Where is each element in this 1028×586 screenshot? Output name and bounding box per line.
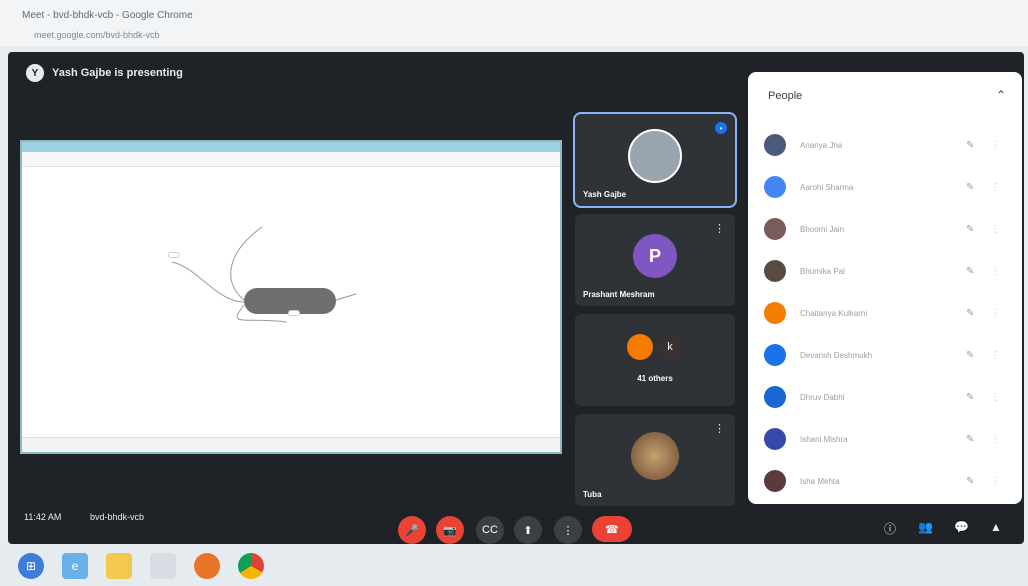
people-button[interactable]: 👥 — [918, 520, 933, 534]
captions-button[interactable]: CC — [476, 516, 504, 544]
more-icon[interactable]: ⋮ — [990, 434, 1000, 445]
mic-toggle-button[interactable]: 🎤 — [398, 516, 426, 544]
more-icon[interactable]: ⋮ — [990, 392, 1000, 403]
browser-titlebar: Meet - bvd-bhdk-vcb - Google Chrome meet… — [0, 0, 1028, 46]
people-panel: People ⌃ Ananya Jha ✎ ⋮ Aarohi Sharma ✎ … — [748, 72, 1022, 504]
mic-off-icon[interactable]: ✎ — [966, 140, 974, 151]
participant-name: Bhumika Pal — [800, 266, 845, 276]
ie-icon[interactable]: e — [62, 553, 88, 579]
participant-row[interactable]: Bhoomi Jain ✎ ⋮ — [764, 216, 1008, 242]
participant-row[interactable]: Chaitanya Kulkarni ✎ ⋮ — [764, 300, 1008, 326]
tile-name: Prashant Meshram — [583, 290, 655, 299]
chat-button[interactable]: 💬 — [954, 520, 969, 534]
participant-name: Isha Mehta — [800, 476, 840, 486]
os-taskbar: ⊞ e — [0, 546, 1028, 586]
meeting-details-button[interactable]: ⓘ — [884, 520, 896, 537]
avatar — [764, 218, 786, 240]
present-button[interactable]: ⬆ — [514, 516, 542, 544]
participant-row[interactable]: Devansh Deshmukh ✎ ⋮ — [764, 342, 1008, 368]
more-icon[interactable]: ⋮ — [714, 222, 725, 235]
presenting-label: Yash Gajbe is presenting — [52, 67, 183, 79]
presenting-bar: Y Yash Gajbe is presenting — [26, 64, 183, 82]
participant-row[interactable]: Ishani Mishra ✎ ⋮ — [764, 426, 1008, 452]
camera-toggle-button[interactable]: 📷 — [436, 516, 464, 544]
avatar — [627, 334, 653, 361]
mindmap-node — [168, 252, 180, 258]
more-icon[interactable]: ⋮ — [990, 476, 1000, 487]
avatar — [764, 470, 786, 492]
more-icon[interactable]: ⋮ — [990, 224, 1000, 235]
avatar: P — [633, 234, 677, 279]
collapse-icon[interactable]: ⌃ — [996, 88, 1006, 102]
avatar — [764, 302, 786, 324]
people-title: People — [768, 90, 803, 102]
more-icon[interactable]: ⋮ — [990, 182, 1000, 193]
shared-screen[interactable] — [20, 140, 562, 454]
chrome-icon[interactable] — [238, 553, 264, 579]
folder-icon[interactable] — [106, 553, 132, 579]
participant-tile-prashant[interactable]: P ⋮ Prashant Meshram — [575, 214, 735, 306]
meeting-bottom-bar: 11:42 AM bvd-bhdk-vcb 🎤 📷 CC ⬆ ⋮ ☎ ⓘ 👥 💬… — [8, 498, 1024, 546]
participant-name: Bhoomi Jain — [800, 224, 845, 234]
meeting-code: bvd-bhdk-vcb — [90, 512, 145, 522]
tile-name: Yash Gajbe — [583, 190, 627, 199]
shared-taskbar — [22, 437, 560, 452]
avatar — [631, 432, 679, 481]
presenter-avatar: Y — [26, 64, 44, 82]
avatar — [764, 344, 786, 366]
start-icon[interactable]: ⊞ — [18, 553, 44, 579]
more-icon[interactable]: ⋮ — [990, 350, 1000, 361]
leave-call-button[interactable]: ☎ — [592, 516, 632, 542]
avatar — [764, 428, 786, 450]
mic-off-icon[interactable]: ✎ — [966, 266, 974, 277]
mic-off-icon[interactable]: ✎ — [966, 476, 974, 487]
more-icon[interactable]: ⋮ — [714, 422, 725, 435]
participant-tile-tuba[interactable]: ⋮ Tuba — [575, 414, 735, 506]
media-icon[interactable] — [150, 553, 176, 579]
firefox-icon[interactable] — [194, 553, 220, 579]
avatar — [764, 176, 786, 198]
participant-tile-yash[interactable]: • Yash Gajbe — [573, 112, 737, 208]
avatar — [628, 129, 682, 184]
more-options-button[interactable]: ⋮ — [554, 516, 582, 544]
avatar: k — [657, 334, 683, 361]
avatar — [764, 134, 786, 156]
more-icon[interactable]: ⋮ — [990, 308, 1000, 319]
others-avatars: k — [627, 334, 683, 361]
meeting-time: 11:42 AM — [24, 512, 62, 522]
participant-tile-others[interactable]: k 41 others — [575, 314, 735, 406]
participant-name: Ananya Jha — [800, 140, 843, 150]
browser-url[interactable]: meet.google.com/bvd-bhdk-vcb — [34, 30, 160, 40]
mic-off-icon[interactable]: ✎ — [966, 434, 974, 445]
more-icon[interactable]: ⋮ — [990, 266, 1000, 277]
others-count: 41 others — [637, 374, 673, 383]
participant-row[interactable]: Dhruv Dabhi ✎ ⋮ — [764, 384, 1008, 410]
more-icon[interactable]: ⋮ — [990, 140, 1000, 151]
participant-name: Dhruv Dabhi — [800, 392, 845, 402]
participant-name: Chaitanya Kulkarni — [800, 308, 868, 318]
participant-row[interactable]: Isha Mehta ✎ ⋮ — [764, 468, 1008, 494]
mindmap-node — [288, 310, 300, 316]
mic-off-icon[interactable]: ✎ — [966, 308, 974, 319]
avatar — [764, 386, 786, 408]
participant-row[interactable]: Aarohi Sharma ✎ ⋮ — [764, 174, 1008, 200]
mic-off-icon[interactable]: ✎ — [966, 350, 974, 361]
participant-name: Aarohi Sharma — [800, 182, 854, 192]
participant-row[interactable]: Bhumika Pal ✎ ⋮ — [764, 258, 1008, 284]
participant-name: Ishani Mishra — [800, 434, 848, 444]
participant-name: Devansh Deshmukh — [800, 350, 873, 360]
mic-off-icon[interactable]: ✎ — [966, 392, 974, 403]
participant-row[interactable]: Ananya Jha ✎ ⋮ — [764, 132, 1008, 158]
avatar — [764, 260, 786, 282]
activities-button[interactable]: ▲ — [990, 520, 1002, 534]
mic-off-icon[interactable]: ✎ — [966, 224, 974, 235]
mic-off-icon[interactable]: ✎ — [966, 182, 974, 193]
speaking-icon: • — [715, 122, 727, 134]
browser-tab-title[interactable]: Meet - bvd-bhdk-vcb - Google Chrome — [22, 10, 193, 21]
